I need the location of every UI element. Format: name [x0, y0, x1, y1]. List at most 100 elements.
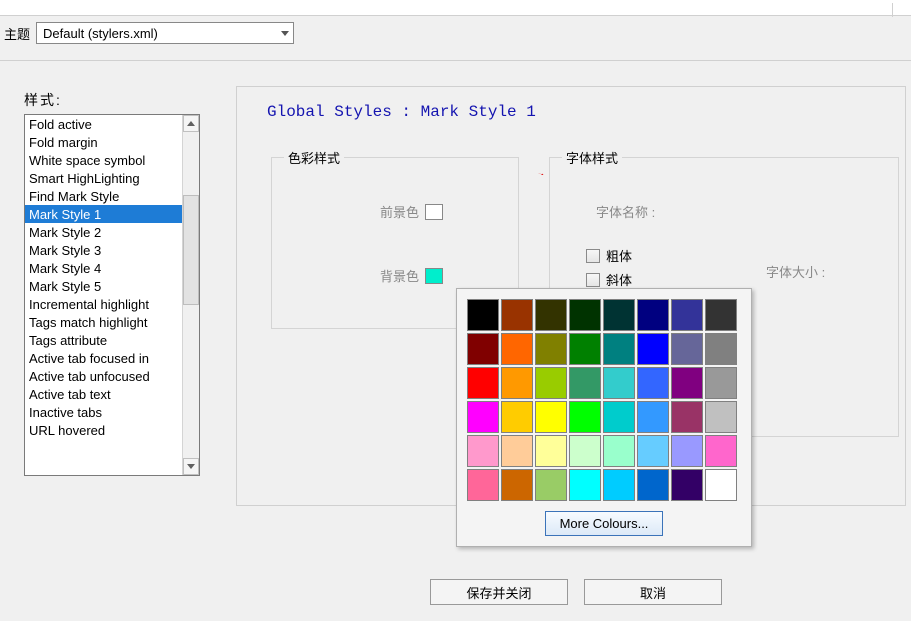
italic-row: 斜体: [586, 270, 632, 289]
color-swatch[interactable]: [467, 469, 499, 501]
cancel-button[interactable]: 取消: [584, 579, 722, 605]
color-swatch[interactable]: [467, 367, 499, 399]
color-swatch[interactable]: [501, 401, 533, 433]
color-swatch[interactable]: [535, 469, 567, 501]
color-swatch[interactable]: [501, 333, 533, 365]
list-item[interactable]: Smart HighLighting: [25, 169, 182, 187]
list-item[interactable]: Mark Style 3: [25, 241, 182, 259]
color-swatch[interactable]: [467, 435, 499, 467]
color-swatch[interactable]: [671, 401, 703, 433]
italic-label: 斜体: [606, 270, 632, 289]
list-item[interactable]: White space symbol: [25, 151, 182, 169]
list-item[interactable]: Incremental highlight: [25, 295, 182, 313]
color-swatch[interactable]: [705, 333, 737, 365]
list-item[interactable]: Mark Style 5: [25, 277, 182, 295]
list-item[interactable]: Active tab text: [25, 385, 182, 403]
color-swatch[interactable]: [637, 333, 669, 365]
bold-checkbox[interactable]: [586, 249, 600, 263]
color-swatch[interactable]: [535, 299, 567, 331]
scroll-up-button[interactable]: [183, 115, 199, 132]
font-size-label: 字体大小 :: [766, 262, 825, 281]
background-row: 背景色: [380, 266, 443, 285]
color-swatch[interactable]: [569, 435, 601, 467]
color-swatch[interactable]: [705, 435, 737, 467]
color-swatch[interactable]: [671, 333, 703, 365]
foreground-label: 前景色: [380, 202, 419, 221]
color-swatch[interactable]: [637, 401, 669, 433]
font-name-label: 字体名称 :: [596, 202, 655, 221]
divider: [0, 60, 911, 61]
list-item[interactable]: Tags attribute: [25, 331, 182, 349]
color-swatch[interactable]: [569, 299, 601, 331]
color-swatch[interactable]: [671, 469, 703, 501]
list-item[interactable]: Tags match highlight: [25, 313, 182, 331]
color-swatch[interactable]: [569, 469, 601, 501]
color-swatch[interactable]: [671, 367, 703, 399]
bold-row: 粗体: [586, 246, 632, 265]
color-swatch[interactable]: [535, 401, 567, 433]
window-divider: [0, 0, 911, 16]
list-item[interactable]: Find Mark Style: [25, 187, 182, 205]
scroll-down-button[interactable]: [183, 458, 199, 475]
theme-label: 主题: [4, 24, 30, 43]
list-item[interactable]: Mark Style 1: [25, 205, 182, 223]
color-swatch[interactable]: [603, 333, 635, 365]
color-swatch[interactable]: [705, 401, 737, 433]
color-swatch[interactable]: [569, 401, 601, 433]
scrollbar[interactable]: [182, 115, 199, 475]
list-item[interactable]: Active tab focused in: [25, 349, 182, 367]
color-swatch[interactable]: [705, 469, 737, 501]
color-swatch[interactable]: [501, 299, 533, 331]
list-item[interactable]: Fold active: [25, 115, 182, 133]
theme-select[interactable]: Default (stylers.xml): [36, 22, 294, 44]
color-swatch[interactable]: [603, 299, 635, 331]
chevron-down-icon: [281, 31, 289, 36]
background-label: 背景色: [380, 266, 419, 285]
style-listbox[interactable]: Fold activeFold marginWhite space symbol…: [24, 114, 200, 476]
list-item[interactable]: URL hovered: [25, 421, 182, 439]
color-swatch[interactable]: [535, 367, 567, 399]
color-swatch[interactable]: [705, 299, 737, 331]
color-swatch[interactable]: [535, 435, 567, 467]
main-title: Global Styles : Mark Style 1: [267, 103, 536, 121]
color-swatch[interactable]: [603, 367, 635, 399]
color-swatch[interactable]: [671, 435, 703, 467]
color-swatch[interactable]: [467, 299, 499, 331]
list-item[interactable]: Mark Style 4: [25, 259, 182, 277]
theme-select-value: Default (stylers.xml): [43, 26, 158, 41]
color-swatch[interactable]: [637, 435, 669, 467]
color-swatch[interactable]: [535, 333, 567, 365]
color-swatch[interactable]: [637, 367, 669, 399]
foreground-swatch[interactable]: [425, 204, 443, 220]
list-item[interactable]: Mark Style 2: [25, 223, 182, 241]
color-swatch[interactable]: [501, 435, 533, 467]
list-item[interactable]: Active tab unfocused: [25, 367, 182, 385]
save-close-button[interactable]: 保存并关闭: [430, 579, 568, 605]
list-item[interactable]: Inactive tabs: [25, 403, 182, 421]
bottom-buttons: 保存并关闭 取消: [430, 579, 722, 605]
color-swatch[interactable]: [637, 299, 669, 331]
list-item[interactable]: Fold margin: [25, 133, 182, 151]
more-colours-button[interactable]: More Colours...: [545, 511, 664, 536]
arrow-up-icon: [187, 121, 195, 126]
color-picker-popup: More Colours...: [456, 288, 752, 547]
color-swatch[interactable]: [603, 401, 635, 433]
color-swatch[interactable]: [705, 367, 737, 399]
font-group-title: 字体样式: [562, 148, 622, 167]
italic-checkbox[interactable]: [586, 273, 600, 287]
background-swatch[interactable]: [425, 268, 443, 284]
color-swatch[interactable]: [467, 401, 499, 433]
style-list-label: 样式:: [24, 90, 200, 110]
color-swatch[interactable]: [569, 333, 601, 365]
color-swatch[interactable]: [637, 469, 669, 501]
theme-row: 主题 Default (stylers.xml): [4, 22, 294, 44]
color-swatch[interactable]: [501, 469, 533, 501]
color-swatch[interactable]: [501, 367, 533, 399]
color-swatch[interactable]: [569, 367, 601, 399]
style-panel: 样式: Fold activeFold marginWhite space sy…: [24, 90, 200, 476]
color-swatch[interactable]: [603, 435, 635, 467]
color-swatch[interactable]: [467, 333, 499, 365]
color-swatch[interactable]: [603, 469, 635, 501]
scrollbar-thumb[interactable]: [183, 195, 199, 305]
color-swatch[interactable]: [671, 299, 703, 331]
